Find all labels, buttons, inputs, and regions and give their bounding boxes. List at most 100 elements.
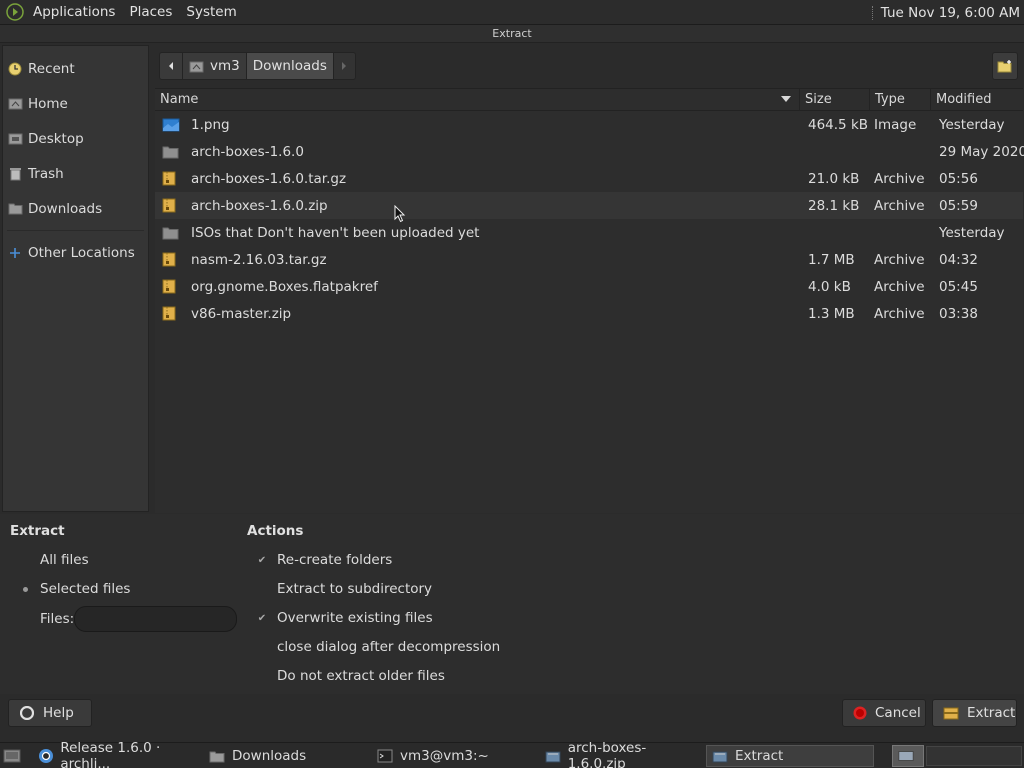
show-desktop-button[interactable] xyxy=(0,745,26,767)
sidebar-item-label: Downloads xyxy=(28,200,103,217)
file-row[interactable]: nasm-2.16.03.tar.gz 1.7 MB Archive 04:32 xyxy=(155,246,1023,273)
places-sidebar: Recent Home Desktop Trash Downloads Othe… xyxy=(2,45,149,512)
file-name-cell: nasm-2.16.03.tar.gz xyxy=(155,246,800,273)
show-desktop-icon xyxy=(3,748,21,764)
path-bar: vm3 Downloads xyxy=(159,51,356,81)
path-back-button[interactable] xyxy=(159,52,183,80)
column-header-type[interactable]: Type xyxy=(870,88,931,111)
dialog-title: Extract xyxy=(0,25,1024,43)
task-extract-dialog[interactable]: Extract xyxy=(706,745,874,767)
menu-system[interactable]: System xyxy=(179,4,243,20)
chevron-left-icon xyxy=(169,62,173,70)
sort-descending-icon xyxy=(781,95,791,102)
file-row[interactable]: v86-master.zip 1.3 MB Archive 03:38 xyxy=(155,300,1023,327)
file-row[interactable]: arch-boxes-1.6.0.zip 28.1 kB Archive 05:59 xyxy=(155,192,1023,219)
browser-icon xyxy=(38,748,54,764)
file-modified: Yesterday xyxy=(939,224,1005,241)
archive-icon xyxy=(162,279,180,295)
menu-places[interactable]: Places xyxy=(122,4,179,20)
checkbox-label: Do not extract older files xyxy=(277,668,445,684)
sidebar-item-desktop[interactable]: Desktop xyxy=(3,121,148,156)
home-icon xyxy=(7,96,23,112)
plus-icon xyxy=(7,245,23,261)
file-row[interactable]: 1.png 464.5 kB Image Yesterday xyxy=(155,111,1023,138)
cancel-button[interactable]: Cancel xyxy=(842,699,926,727)
help-button[interactable]: Help xyxy=(8,699,92,727)
path-segment-vm3[interactable]: vm3 xyxy=(183,52,247,80)
column-header-size[interactable]: Size xyxy=(800,88,870,111)
radio-selected-files[interactable]: Selected files xyxy=(20,579,130,599)
checkbox-overwrite-existing[interactable]: ✔ Overwrite existing files xyxy=(257,608,433,628)
sidebar-item-home[interactable]: Home xyxy=(3,86,148,121)
column-header-name[interactable]: Name xyxy=(155,88,800,111)
task-archive-manager[interactable]: arch-boxes-1.6.0.zip xyxy=(540,740,702,768)
file-modified: 03:38 xyxy=(939,305,978,322)
file-size xyxy=(800,219,870,246)
checkbox-label: Extract to subdirectory xyxy=(277,581,433,597)
menu-applications[interactable]: Applications xyxy=(26,4,122,20)
file-name-cell: arch-boxes-1.6.0.tar.gz xyxy=(155,165,800,192)
task-downloads[interactable]: Downloads xyxy=(204,745,366,767)
panel-separator xyxy=(871,5,873,20)
file-name: arch-boxes-1.6.0 xyxy=(191,143,304,160)
file-row[interactable]: ISOs that Don't haven't been uploaded ye… xyxy=(155,219,1023,246)
create-folder-button[interactable] xyxy=(992,52,1018,80)
file-type: Archive xyxy=(874,278,925,295)
home-icon xyxy=(189,58,205,74)
archive-manager-icon xyxy=(711,748,729,764)
file-modified: Yesterday xyxy=(939,116,1005,133)
radio-all-files[interactable]: All files xyxy=(20,550,89,570)
sidebar-item-recent[interactable]: Recent xyxy=(3,51,148,86)
file-name: v86-master.zip xyxy=(191,305,292,322)
path-segment-downloads[interactable]: Downloads xyxy=(246,52,334,80)
file-type: Archive xyxy=(874,170,925,187)
file-rows: 1.png 464.5 kB Image Yesterday arch-boxes-1.… xyxy=(155,111,1024,327)
chevron-right-icon xyxy=(342,62,347,70)
checkbox-extract-to-subdirectory[interactable]: Extract to subdirectory xyxy=(257,579,432,599)
workspace-2[interactable] xyxy=(926,746,1022,766)
panel-menu: Applications Places System xyxy=(0,0,244,25)
radio-files[interactable]: Files: xyxy=(20,609,74,629)
checkbox-recreate-folders[interactable]: ✔ Re-create folders xyxy=(257,550,393,570)
file-row[interactable]: arch-boxes-1.6.0.tar.gz 21.0 kB Archive 05:… xyxy=(155,165,1023,192)
checkbox-do-not-extract-older[interactable]: Do not extract older files xyxy=(257,666,445,686)
checkbox-close-dialog[interactable]: close dialog after decompression xyxy=(257,637,500,657)
checkmark-icon: ✔ xyxy=(257,612,267,624)
extract-button[interactable]: Extract xyxy=(932,699,1017,727)
column-label: Name xyxy=(160,92,199,107)
sidebar-item-trash[interactable]: Trash xyxy=(3,156,148,191)
distro-logo-icon[interactable] xyxy=(4,1,26,23)
archive-manager-icon xyxy=(544,748,562,764)
radio-label: All files xyxy=(40,552,89,568)
sidebar-item-other-locations[interactable]: Other Locations xyxy=(3,235,148,270)
clock-text: Tue Nov 19, 6:00 AM xyxy=(880,4,1020,21)
sidebar-item-label: Recent xyxy=(28,60,75,77)
task-browser[interactable]: Release 1.6.0 · archli... xyxy=(34,740,200,768)
archive-icon xyxy=(162,198,180,214)
file-type xyxy=(870,219,931,246)
file-name-cell: ISOs that Don't haven't been uploaded ye… xyxy=(155,219,800,246)
task-label: vm3@vm3:~ xyxy=(400,748,489,764)
file-row[interactable]: arch-boxes-1.6.0 29 May 2020 xyxy=(155,138,1024,165)
button-label: Help xyxy=(43,705,74,721)
path-forward-button[interactable] xyxy=(333,52,356,80)
task-terminal[interactable]: vm3@vm3:~ xyxy=(372,745,536,767)
column-header-modified[interactable]: Modified xyxy=(931,89,1023,111)
terminal-icon xyxy=(376,748,394,764)
file-size: 4.0 kB xyxy=(808,278,851,295)
workspace-switcher[interactable] xyxy=(892,745,924,767)
clock[interactable]: Tue Nov 19, 6:00 AM xyxy=(871,0,1020,25)
files-pattern-input[interactable] xyxy=(74,606,237,632)
file-name-cell: org.gnome.Boxes.flatpakref xyxy=(155,273,800,300)
checkbox-label: Re-create folders xyxy=(277,552,393,568)
file-row[interactable]: org.gnome.Boxes.flatpakref 4.0 kB Archive 0… xyxy=(155,273,1023,300)
file-modified: 05:59 xyxy=(939,197,978,214)
path-segment-label: Downloads xyxy=(252,58,327,74)
folder-icon xyxy=(208,748,226,764)
sidebar-item-downloads[interactable]: Downloads xyxy=(3,191,148,226)
desktop-icon xyxy=(7,131,23,147)
path-segment-label: vm3 xyxy=(210,58,240,74)
column-label: Modified xyxy=(936,92,992,107)
folder-icon xyxy=(162,144,180,160)
file-name: arch-boxes-1.6.0.tar.gz xyxy=(191,170,347,187)
